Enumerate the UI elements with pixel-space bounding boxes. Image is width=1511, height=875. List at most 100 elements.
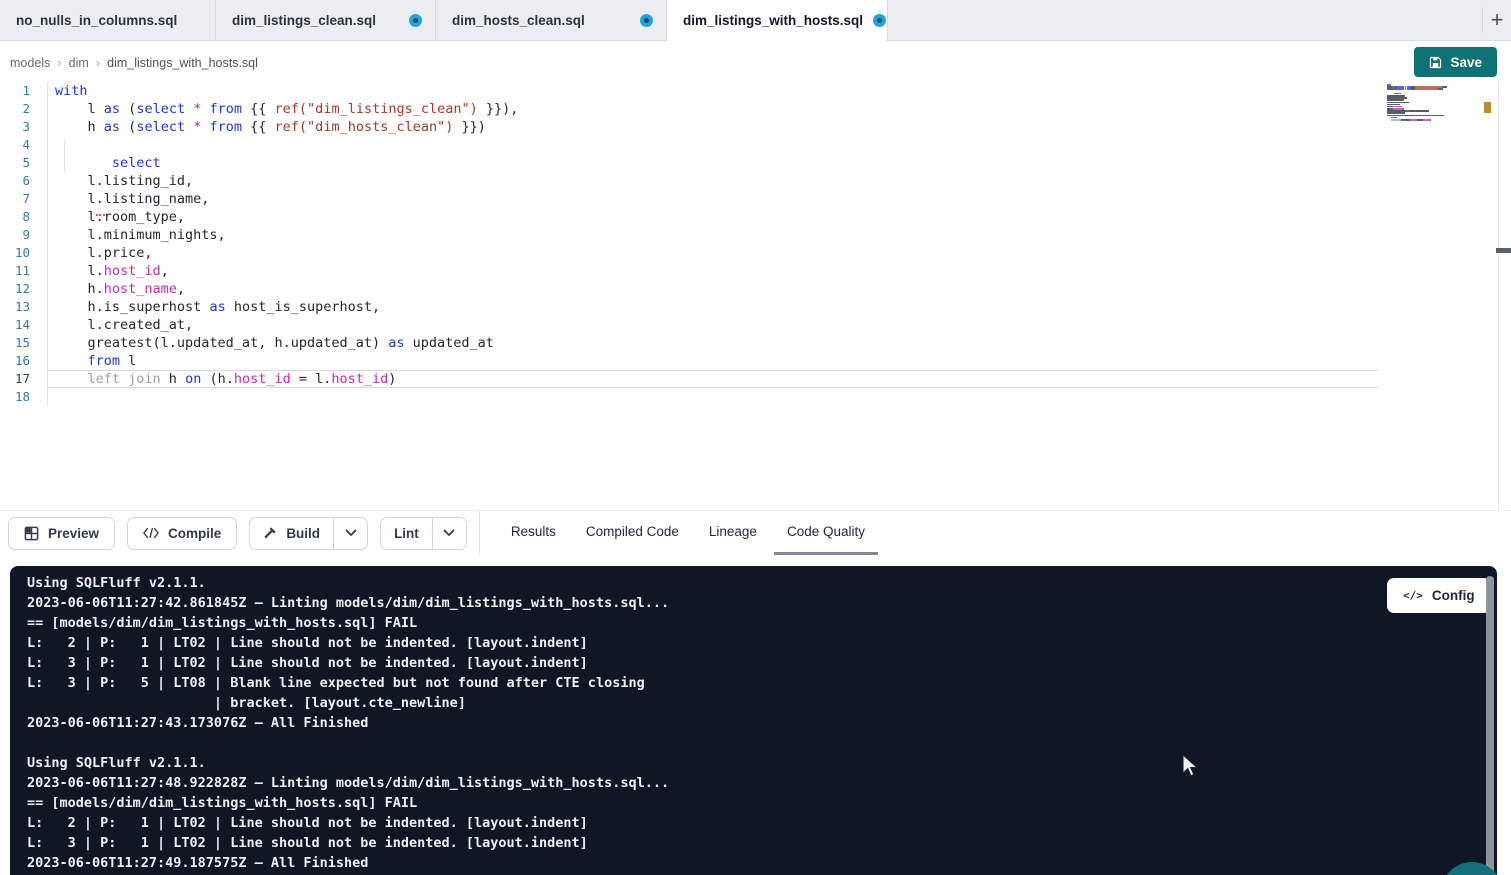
- file-tab-no-nulls-in-columns[interactable]: no_nulls_in_columns.sql: [0, 0, 216, 40]
- code-text: h.host_name,: [48, 280, 185, 298]
- chevron-down-icon: [345, 529, 357, 537]
- unsaved-changes-dot-icon: [873, 14, 886, 27]
- breadcrumb-item-dim[interactable]: dim: [69, 56, 89, 70]
- line-number: 2: [0, 100, 48, 118]
- preview-button-label: Preview: [48, 526, 99, 541]
- terminal-output: Using SQLFluff v2.1.1.2023-06-06T11:27:4…: [10, 566, 1497, 873]
- save-button-label: Save: [1450, 55, 1482, 70]
- lint-button[interactable]: Lint: [381, 518, 432, 549]
- code-brackets-icon: [143, 527, 159, 539]
- new-tab-button[interactable]: +: [1483, 0, 1511, 40]
- terminal-line: == [models/dim/dim_listings_with_hosts.s…: [27, 793, 1497, 813]
- line-number: 15: [0, 334, 48, 352]
- breadcrumb-item-models[interactable]: models: [10, 56, 50, 70]
- toolbar-divider: [479, 511, 480, 555]
- terminal-line: Using SQLFluff v2.1.1.: [27, 753, 1497, 773]
- unsaved-changes-dot-icon: [409, 14, 422, 27]
- plus-icon: +: [1491, 7, 1504, 33]
- tab-label: Compiled Code: [586, 524, 679, 539]
- terminal-line: 2023-06-06T11:27:42.861845Z — Linting mo…: [27, 593, 1497, 613]
- code-text: l.price,: [48, 244, 153, 262]
- code-line[interactable]: 15 greatest(l.updated_at, h.updated_at) …: [0, 334, 1511, 352]
- hammer-icon: [263, 526, 277, 540]
- code-text: [48, 388, 55, 406]
- path-bar: models › dim › dim_listings_with_hosts.s…: [0, 41, 1511, 84]
- terminal-line: L: 2 | P: 1 | LT02 | Line should not be …: [27, 813, 1497, 833]
- line-number: 14: [0, 316, 48, 334]
- file-tab-dim-listings-clean[interactable]: dim_listings_clean.sql: [216, 0, 436, 40]
- terminal-scrollbar[interactable]: [1486, 576, 1494, 875]
- overview-ruler-cursor-marker[interactable]: [1496, 248, 1511, 253]
- code-text: l.created_at,: [48, 316, 193, 334]
- code-text: h.is_superhost as host_is_superhost,: [48, 298, 380, 316]
- overview-ruler-warning-marker: [1484, 102, 1491, 113]
- code-line[interactable]: 9 l.minimum_nights,: [0, 226, 1511, 244]
- preview-button[interactable]: Preview: [8, 517, 115, 550]
- code-editor[interactable]: 1with2 l as (select * from {{ ref("dim_l…: [0, 82, 1511, 510]
- code-line[interactable]: 8 l.room_type,: [0, 208, 1511, 226]
- terminal-line: [27, 733, 1497, 753]
- code-line[interactable]: 7 l.listing_name,: [0, 190, 1511, 208]
- indent-guide: [64, 139, 65, 172]
- lint-dropdown-button[interactable]: [432, 518, 466, 549]
- build-button[interactable]: Build: [250, 518, 333, 549]
- file-tab-label: dim_hosts_clean.sql: [452, 13, 585, 28]
- build-button-label: Build: [286, 526, 320, 541]
- code-line[interactable]: 16 from l: [0, 352, 1511, 370]
- minimap[interactable]: [1387, 84, 1490, 123]
- config-button-label: Config: [1432, 588, 1475, 603]
- tab-code-quality[interactable]: Code Quality: [774, 511, 878, 555]
- line-number: 10: [0, 244, 48, 262]
- code-line[interactable]: 4: [0, 136, 1511, 154]
- lint-squiggle: [96, 213, 105, 216]
- tab-results[interactable]: Results: [498, 511, 569, 555]
- code-line[interactable]: 11 l.host_id,: [0, 262, 1511, 280]
- code-line[interactable]: 14 l.created_at,: [0, 316, 1511, 334]
- file-tab-dim-hosts-clean[interactable]: dim_hosts_clean.sql: [436, 0, 667, 40]
- code-text: l.listing_name,: [48, 190, 209, 208]
- line-number: 6: [0, 172, 48, 190]
- unsaved-changes-dot-icon: [640, 14, 653, 27]
- code-text: l.listing_id,: [48, 172, 193, 190]
- tab-lineage[interactable]: Lineage: [696, 511, 770, 555]
- code-line[interactable]: 1with: [0, 82, 1511, 100]
- table-grid-icon: [24, 526, 39, 541]
- compile-button-label: Compile: [168, 526, 221, 541]
- bottom-toolbar: Preview Compile Build: [0, 510, 1511, 555]
- code-line[interactable]: 2 l as (select * from {{ ref("dim_listin…: [0, 100, 1511, 118]
- code-line[interactable]: 5 select: [0, 154, 1511, 172]
- code-line[interactable]: 18: [0, 388, 1511, 406]
- code-line[interactable]: 13 h.is_superhost as host_is_superhost,: [0, 298, 1511, 316]
- code-text: greatest(l.updated_at, h.updated_at) as …: [48, 334, 494, 352]
- code-line[interactable]: 6 l.listing_id,: [0, 172, 1511, 190]
- code-text: left join h on (h.host_id = l.host_id): [48, 370, 1378, 388]
- file-tab-dim-listings-with-hosts[interactable]: dim_listings_with_hosts.sql: [667, 0, 888, 41]
- terminal-panel[interactable]: Using SQLFluff v2.1.1.2023-06-06T11:27:4…: [10, 566, 1497, 875]
- config-button[interactable]: </> Config: [1387, 578, 1491, 613]
- lint-button-group: Lint: [380, 517, 467, 550]
- code-text: with: [48, 82, 88, 100]
- code-line[interactable]: 3 h as (select * from {{ ref("dim_hosts_…: [0, 118, 1511, 136]
- ide-window: no_nulls_in_columns.sql dim_listings_cle…: [0, 0, 1511, 875]
- terminal-line: | bracket. [layout.cte_newline]: [27, 693, 1497, 713]
- terminal-line: 2023-06-06T11:27:43.173076Z — All Finish…: [27, 713, 1497, 733]
- build-dropdown-button[interactable]: [333, 518, 367, 549]
- line-number: 7: [0, 190, 48, 208]
- line-number: 1: [0, 82, 48, 100]
- terminal-line: L: 3 | P: 1 | LT02 | Line should not be …: [27, 653, 1497, 673]
- breadcrumb: models › dim › dim_listings_with_hosts.s…: [10, 41, 258, 84]
- line-number: 13: [0, 298, 48, 316]
- terminal-line: 2023-06-06T11:27:48.922828Z — Linting mo…: [27, 773, 1497, 793]
- code-line[interactable]: 12 h.host_name,: [0, 280, 1511, 298]
- floppy-disk-icon: [1429, 56, 1442, 69]
- tab-label: Results: [511, 524, 556, 539]
- line-number: 18: [0, 388, 48, 406]
- line-number: 3: [0, 118, 48, 136]
- code-line[interactable]: 17 left join h on (h.host_id = l.host_id…: [0, 370, 1511, 388]
- compile-button[interactable]: Compile: [127, 517, 237, 550]
- file-tab-label: dim_listings_with_hosts.sql: [683, 13, 863, 28]
- tab-compiled-code[interactable]: Compiled Code: [573, 511, 692, 555]
- save-button[interactable]: Save: [1414, 47, 1497, 77]
- code-line[interactable]: 10 l.price,: [0, 244, 1511, 262]
- breadcrumb-item-file: dim_listings_with_hosts.sql: [107, 56, 258, 70]
